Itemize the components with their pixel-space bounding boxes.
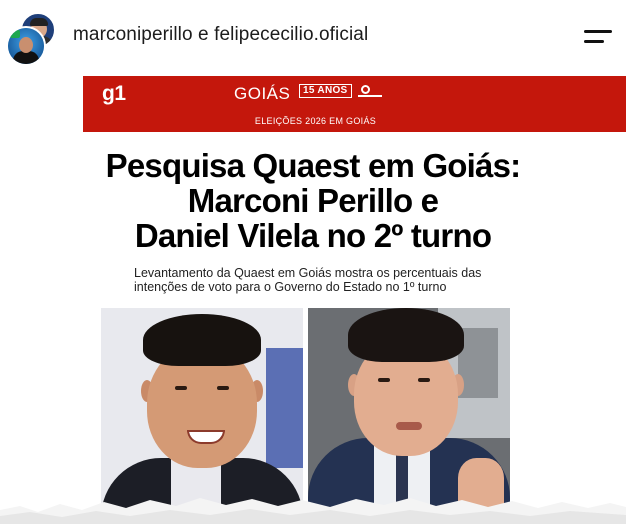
torn-paper-edge — [0, 498, 626, 524]
article-subtitle: Levantamento da Quaest em Goiás mostra o… — [134, 266, 554, 294]
g1-banner: g1 GOIÁS 15 ANOS ELEIÇÕES 2026 EM GOIÁS — [83, 76, 626, 132]
post-usernames[interactable]: marconiperillo e felipececilio.oficial — [73, 24, 368, 46]
article-headline: Pesquisa Quaest em Goiás: Marconi Perill… — [83, 148, 543, 253]
headline-line: Pesquisa Quaest em Goiás: — [105, 147, 521, 184]
subtitle-line: intenções de voto para o Governo do Esta… — [134, 280, 447, 294]
headline-line: Daniel Vilela no 2º turno — [134, 217, 492, 254]
globo-logo-icon — [358, 85, 384, 97]
collab-avatars[interactable] — [6, 12, 58, 66]
section-label: ELEIÇÕES 2026 EM GOIÁS — [254, 116, 377, 126]
avatar-icon[interactable] — [6, 26, 46, 66]
subtitle-line: Levantamento da Quaest em Goiás mostra o… — [134, 266, 482, 280]
post-header: marconiperillo e felipececilio.oficial — [0, 0, 626, 72]
region-label: GOIÁS — [234, 84, 291, 103]
anniversary-badge: 15 ANOS — [299, 84, 352, 98]
g1-logo: g1 — [102, 82, 126, 105]
headline-line: Marconi Perillo e — [187, 182, 439, 219]
hamburger-menu-icon[interactable] — [582, 26, 612, 48]
